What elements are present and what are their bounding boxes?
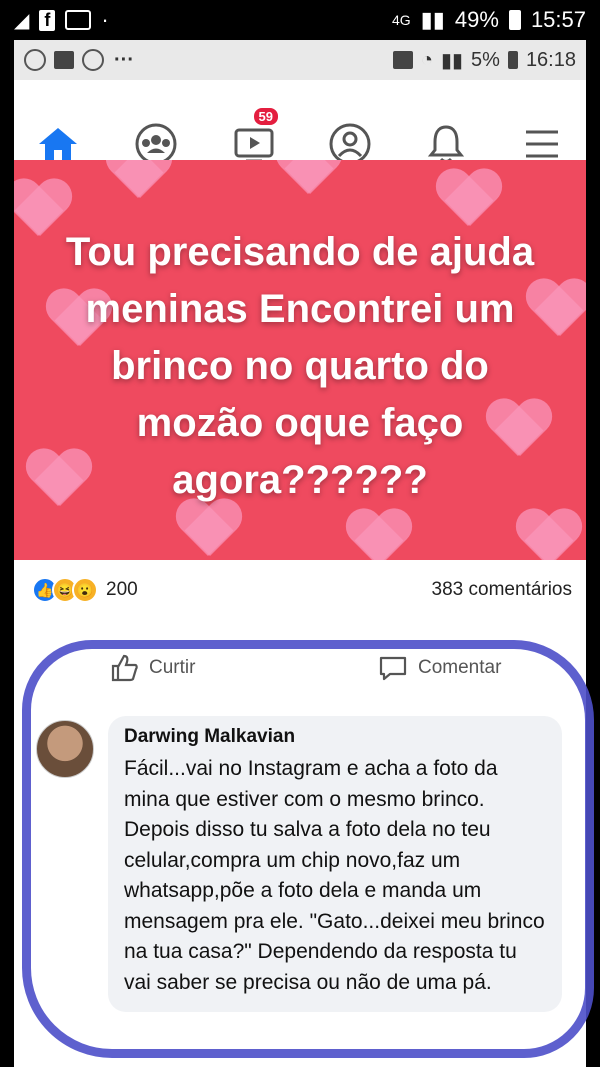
facebook-icon: f xyxy=(39,9,56,31)
gallery-icon xyxy=(65,10,92,30)
avatar[interactable] xyxy=(36,720,94,778)
clock-time: 16:18 xyxy=(525,48,576,71)
heart-decoration xyxy=(344,510,414,560)
dot-icon: · xyxy=(101,7,109,32)
video-icon xyxy=(234,128,274,163)
wifi-icon: ◔ xyxy=(420,48,434,71)
more-notifications: ··· xyxy=(114,48,134,71)
wow-reaction-icon: 😮 xyxy=(72,577,98,603)
heart-decoration xyxy=(274,160,344,200)
reactions-row[interactable]: 👍 😆 😮 200 383 comentários xyxy=(32,572,572,608)
comment-author[interactable]: Darwing Malkavian xyxy=(124,726,548,748)
notification-badge: 59 xyxy=(251,106,280,127)
heart-decoration xyxy=(434,170,504,232)
facebook-icon xyxy=(54,51,74,69)
outer-status-bar: ◢ f · 4G ▮▮ 49% 15:57 xyxy=(0,0,600,40)
like-label: Curtir xyxy=(149,657,196,678)
signal-bars-icon: ▮▮ xyxy=(441,49,464,72)
heart-decoration xyxy=(104,160,174,204)
network-label: 4G xyxy=(391,12,411,28)
heart-decoration xyxy=(174,500,244,560)
hamburger-menu-icon xyxy=(526,130,558,158)
alarm-icon xyxy=(392,51,413,69)
inner-status-bar: ··· ◔ ▮▮ 5% 16:18 xyxy=(14,40,586,80)
home-icon xyxy=(39,128,77,160)
comment-icon xyxy=(379,656,407,681)
comment-button[interactable]: Comentar xyxy=(378,653,501,683)
post-actions: Curtir Comentar xyxy=(14,646,586,690)
thumbs-up-icon xyxy=(111,654,138,682)
comment-bubble[interactable]: Darwing Malkavian Fácil...vai no Instagr… xyxy=(108,716,562,1012)
signal-bars-icon: ▮▮ xyxy=(420,7,445,32)
comment-label: Comentar xyxy=(418,657,502,678)
whatsapp-icon xyxy=(24,49,46,71)
battery-icon xyxy=(507,51,518,69)
post-text: Tou precisando de ajuda meninas Encontre… xyxy=(65,230,535,502)
comment-count[interactable]: 383 comentários xyxy=(432,579,572,601)
shazam-icon xyxy=(82,49,104,71)
battery-icon xyxy=(508,10,521,30)
clock-time: 15:57 xyxy=(530,7,586,32)
post-background: Tou precisando de ajuda meninas Encontre… xyxy=(14,160,586,560)
reaction-count: 200 xyxy=(106,579,138,600)
signal-icon: ◢ xyxy=(14,9,30,32)
battery-level: 5% xyxy=(471,48,500,71)
heart-decoration xyxy=(514,510,584,560)
inner-screen: ··· ◔ ▮▮ 5% 16:18 59 Tou precisando de a… xyxy=(14,40,586,1067)
like-button[interactable]: Curtir xyxy=(109,653,195,683)
battery-level: 49% xyxy=(454,7,499,32)
comment-text: Fácil...vai no Instagram e acha a foto d… xyxy=(124,757,545,994)
